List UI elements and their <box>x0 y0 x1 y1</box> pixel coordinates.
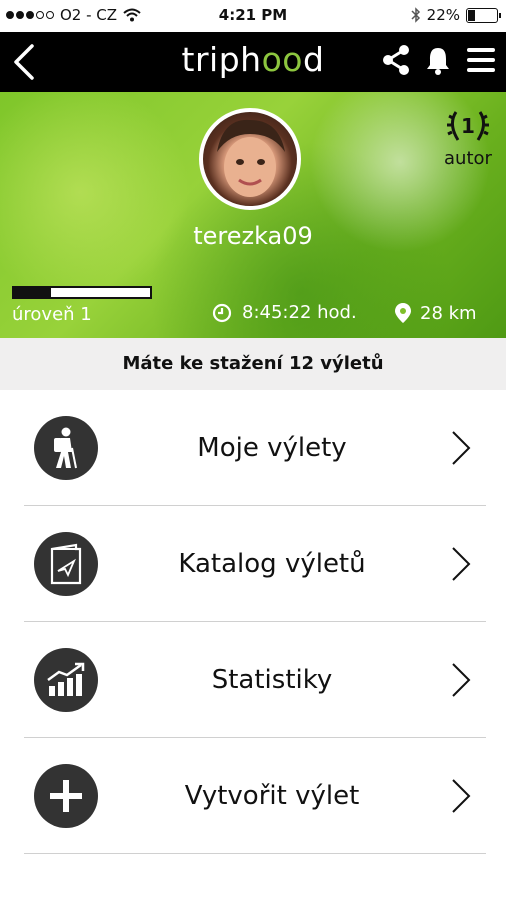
level-label: úroveň 1 <box>12 304 92 325</box>
total-time-value: 8:45:22 hod. <box>242 302 357 323</box>
menu-item-label: Statistiky <box>211 665 333 695</box>
plus-icon <box>34 764 98 828</box>
logo-text-suffix: d <box>302 40 325 79</box>
username: terezka09 <box>193 222 313 250</box>
hiker-icon <box>34 416 98 480</box>
total-distance-stat: 28 km <box>394 302 477 324</box>
chevron-right-icon <box>452 431 471 465</box>
battery-percent: 22% <box>426 6 460 24</box>
chevron-right-icon <box>452 663 471 697</box>
logo-text-prefix: triph <box>181 40 262 79</box>
bluetooth-icon <box>411 7 420 23</box>
menu-item-trip-catalog[interactable]: Katalog výletů <box>24 506 486 622</box>
menu-item-statistics[interactable]: Statistiky <box>24 622 486 738</box>
menu-item-create-trip[interactable]: Vytvořit výlet <box>24 738 486 854</box>
rank-badge: 1 autor <box>440 108 496 169</box>
logo-text-accent: oo <box>261 40 303 79</box>
total-time-stat: 8:45:22 hod. <box>212 302 357 323</box>
menu-item-label: Katalog výletů <box>178 549 366 579</box>
chevron-right-icon <box>452 547 471 581</box>
status-right: 22% <box>411 6 501 24</box>
profile-header: 1 autor terezka09 úroveň 1 8:45:22 hod. … <box>0 92 506 338</box>
share-icon[interactable] <box>382 44 410 76</box>
avatar[interactable] <box>199 108 301 210</box>
top-navigation-bar: triphood <box>0 32 506 92</box>
status-bar: O2 - CZ 4:21 PM 22% <box>0 0 506 32</box>
catalog-icon <box>34 532 98 596</box>
laurel-badge-icon: 1 <box>447 111 489 141</box>
downloads-available-banner[interactable]: Máte ke stažení 12 výletů <box>0 338 506 390</box>
hamburger-menu-icon[interactable] <box>466 47 496 73</box>
menu-item-my-trips[interactable]: Moje výlety <box>24 390 486 506</box>
clock-icon <box>212 303 232 322</box>
svg-text:1: 1 <box>461 114 475 138</box>
level-progress-bar <box>12 286 152 299</box>
bell-icon[interactable] <box>424 45 452 75</box>
avatar-face-icon <box>217 119 285 197</box>
chevron-right-icon <box>452 779 471 813</box>
menu-item-label: Vytvořit výlet <box>184 781 360 811</box>
rank-label: autor <box>444 148 492 169</box>
battery-icon <box>466 7 501 23</box>
nav-actions <box>382 44 496 76</box>
total-distance-value: 28 km <box>420 302 477 324</box>
location-pin-icon <box>395 303 411 323</box>
menu-item-label: Moje výlety <box>197 433 347 463</box>
statistics-icon <box>34 648 98 712</box>
